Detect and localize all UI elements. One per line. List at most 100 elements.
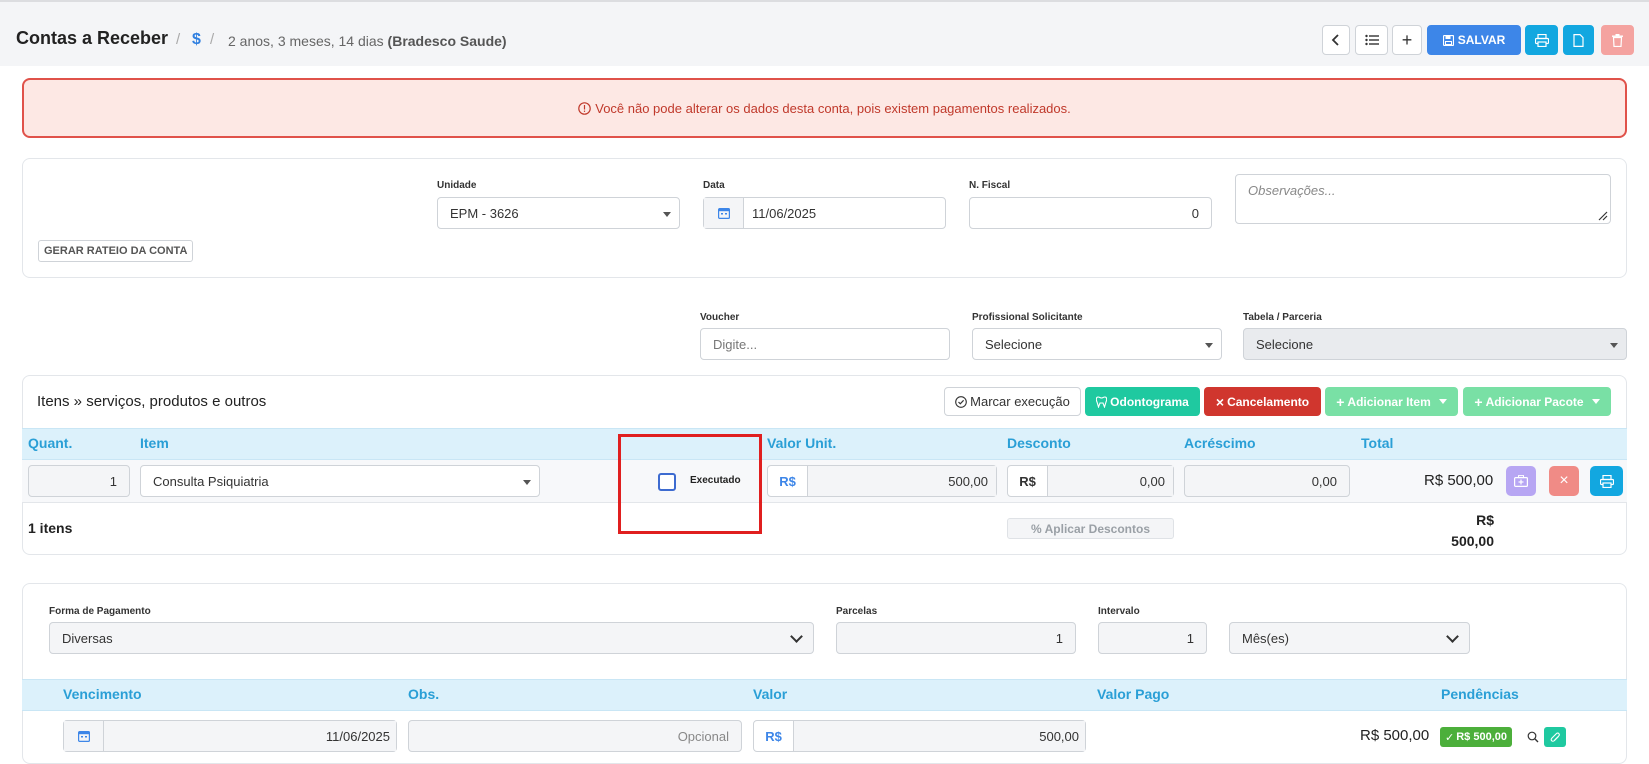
col-valor: Valor [753, 686, 788, 702]
alert-circle-icon [578, 101, 592, 115]
paid-badge-value: R$ 500,00 [1456, 731, 1507, 743]
print-item-button[interactable] [1590, 466, 1623, 496]
resize-handle-icon[interactable] [1598, 211, 1608, 221]
observacoes-textarea[interactable]: Observações... [1235, 174, 1611, 224]
aplicar-descontos-button[interactable]: % Aplicar Descontos [1007, 518, 1174, 539]
nfiscal-input[interactable]: 0 [969, 197, 1212, 229]
floppy-disk-icon [1442, 34, 1454, 46]
breadcrumb-separator: / [176, 31, 181, 48]
duration-text: 2 anos, 3 meses, 14 dias [228, 33, 384, 49]
acrescimo-value: 0,00 [1311, 473, 1337, 489]
zoom-button[interactable] [1523, 727, 1543, 747]
tabela-value: Selecione [1256, 336, 1314, 352]
document-icon [1573, 33, 1584, 47]
desconto-field[interactable]: R$ 0,00 [1007, 465, 1174, 497]
medkit-button[interactable] [1506, 466, 1536, 496]
forma-pagamento-select[interactable]: Diversas [49, 622, 814, 654]
col-obs: Obs. [408, 686, 440, 702]
col-valor-unit: Valor Unit. [767, 435, 837, 451]
remove-item-button[interactable]: × [1549, 466, 1579, 496]
caret-down-icon [1591, 399, 1600, 404]
col-valor-pago: Valor Pago [1097, 686, 1170, 702]
marcar-execucao-button[interactable]: Marcar execução [944, 387, 1081, 416]
parcelas-value: 1 [1055, 630, 1063, 646]
breadcrumb-separator: / [210, 31, 215, 48]
attach-button[interactable] [1544, 727, 1566, 747]
tabela-label: Tabela / Parceria [1243, 312, 1322, 323]
caret-down-icon [663, 212, 671, 217]
trash-icon [1612, 33, 1623, 47]
vencimento-value: 11/06/2025 [104, 721, 396, 751]
col-total: Total [1361, 435, 1394, 451]
forma-pagamento-label: Forma de Pagamento [49, 606, 151, 617]
odontograma-button[interactable]: Odontograma [1085, 387, 1200, 416]
profissional-label: Profissional Solicitante [972, 312, 1083, 323]
caret-down-icon [1438, 399, 1447, 404]
cancelamento-button[interactable]: × Cancelamento [1204, 387, 1321, 416]
obs-input[interactable]: Opcional [408, 720, 742, 752]
cancelamento-label: Cancelamento [1227, 394, 1310, 409]
alert-text: Você não pode alterar os dados desta con… [595, 100, 1071, 116]
print-button[interactable] [1525, 25, 1558, 55]
intervalo-input[interactable]: 1 [1098, 622, 1207, 654]
unidade-select[interactable]: EPM - 3626 [437, 197, 680, 229]
add-button[interactable]: + [1392, 25, 1422, 55]
plus-icon: + [1336, 393, 1345, 410]
obs-placeholder: Opcional [677, 728, 729, 744]
items-total-currency: R$ [1476, 512, 1494, 528]
periodo-select[interactable]: Mês(es) [1229, 622, 1470, 654]
chevron-down-icon [1446, 630, 1459, 643]
unidade-value: EPM - 3626 [450, 205, 519, 221]
document-button[interactable] [1563, 25, 1594, 55]
nfiscal-label: N. Fiscal [969, 180, 1011, 191]
desconto-value: 0,00 [1048, 466, 1173, 496]
unidade-label: Unidade [437, 180, 477, 191]
back-button[interactable] [1322, 25, 1350, 55]
acrescimo-input[interactable]: 0,00 [1184, 465, 1350, 497]
delete-button[interactable] [1601, 25, 1634, 55]
patient-name: (Bradesco Saude) [387, 33, 507, 49]
adicionar-item-label: Adicionar Item [1347, 394, 1431, 409]
parcelas-input[interactable]: 1 [836, 622, 1076, 654]
percent-icon: % [1030, 521, 1042, 536]
printer-icon [1599, 474, 1614, 488]
valor-value: 500,00 [794, 721, 1085, 751]
item-select[interactable]: Consulta Psiquiatria [140, 465, 540, 497]
save-label: SALVAR [1457, 33, 1506, 47]
caret-down-icon [523, 480, 531, 485]
tooth-icon [1096, 395, 1108, 408]
voucher-placeholder: Digite... [713, 336, 758, 352]
data-label: Data [703, 180, 725, 191]
adicionar-pacote-button[interactable]: + Adicionar Pacote [1463, 387, 1611, 416]
chevron-down-icon [790, 630, 803, 643]
col-vencimento: Vencimento [63, 686, 142, 702]
calendar-icon[interactable] [704, 198, 744, 228]
profissional-select[interactable]: Selecione [972, 328, 1222, 360]
dollar-icon: $ [192, 31, 201, 48]
payment-table-header [22, 679, 1627, 711]
items-heading: Itens » serviços, produtos e outros [37, 393, 267, 410]
paperclip-icon [1550, 732, 1560, 742]
quantity-input[interactable]: 1 [28, 465, 130, 497]
close-icon: × [1559, 472, 1569, 489]
parcelas-label: Parcelas [836, 606, 878, 617]
forma-pagamento-value: Diversas [62, 630, 113, 646]
intervalo-label: Intervalo [1098, 606, 1140, 617]
col-quant: Quant. [28, 435, 73, 451]
currency-prefix: R$ [1008, 466, 1048, 496]
data-field[interactable]: 11/06/2025 [703, 197, 946, 229]
vencimento-field[interactable]: 11/06/2025 [63, 720, 397, 752]
valor-field[interactable]: R$ 500,00 [753, 720, 1086, 752]
voucher-label: Voucher [700, 312, 740, 323]
voucher-input[interactable]: Digite... [700, 328, 950, 360]
calendar-icon[interactable] [64, 721, 104, 751]
valor-unit-field[interactable]: R$ 500,00 [767, 465, 997, 497]
adicionar-item-button[interactable]: + Adicionar Item [1325, 387, 1458, 416]
error-alert: Você não pode alterar os dados desta con… [22, 78, 1627, 138]
list-button[interactable] [1355, 25, 1388, 55]
tabela-select[interactable]: Selecione [1243, 328, 1627, 360]
nfiscal-value: 0 [1191, 205, 1199, 221]
save-button[interactable]: SALVAR [1427, 25, 1521, 55]
generate-rateio-button[interactable]: GERAR RATEIO DA CONTA [38, 240, 194, 262]
item-value: Consulta Psiquiatria [153, 473, 269, 489]
